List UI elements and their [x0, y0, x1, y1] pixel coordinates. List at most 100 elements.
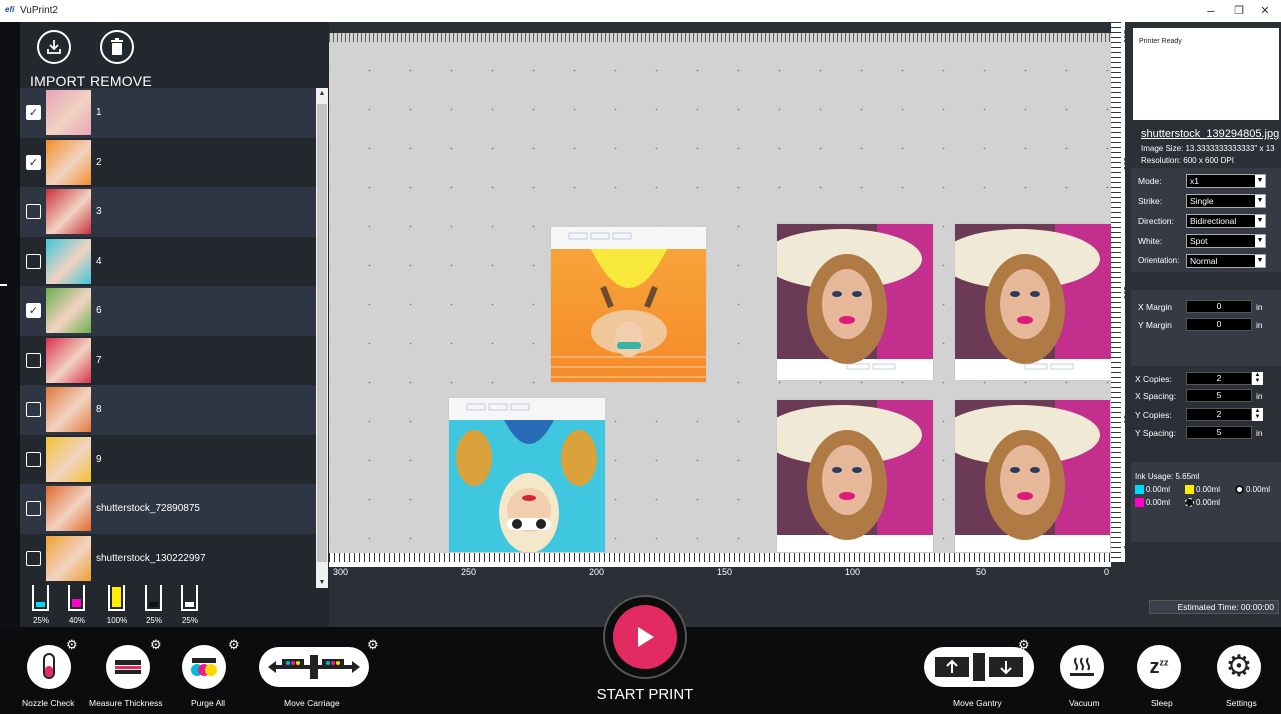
gantry-icon	[935, 653, 1023, 681]
x-copies-stepper[interactable]: ▲ ▼	[1252, 372, 1263, 385]
close-button[interactable]: ✕	[1254, 3, 1276, 19]
portrait-artwork	[955, 400, 1110, 540]
yellow-swatch	[1185, 485, 1194, 495]
canvas-copy-2[interactable]	[954, 223, 1112, 381]
nozzle-check-button[interactable]	[27, 645, 71, 689]
white-select[interactable]: Spot ▼	[1186, 234, 1266, 248]
gear-icon[interactable]: ⚙	[228, 637, 240, 653]
chevron-down-icon: ▼	[1255, 215, 1265, 227]
ink-level-fill	[185, 602, 194, 607]
ruler-ticks	[1111, 22, 1121, 562]
list-scrollbar[interactable]: ▲ ▼	[316, 88, 328, 588]
canvas-copy-3[interactable]	[776, 399, 934, 553]
remove-button[interactable]	[100, 30, 134, 64]
image-thumbnail	[46, 486, 91, 532]
image-checkbox[interactable]	[26, 451, 41, 467]
list-item[interactable]: 7	[20, 336, 316, 386]
image-list: ✓ 1 ✓ 2 3 4 ✓ 6 7 8 9 shutterstock_72890875 shutters…	[20, 88, 316, 588]
ruler-label: 0	[1122, 545, 1131, 550]
sleep-button[interactable]: zzz	[1137, 645, 1181, 689]
ruler-label: 200	[1122, 30, 1131, 44]
direction-label: Direction:	[1138, 216, 1174, 226]
sleep-icon: zzz	[1149, 655, 1169, 678]
ruler-label: 200	[589, 567, 605, 577]
purge-all-button[interactable]	[182, 645, 226, 689]
ruler-label: 100	[1122, 286, 1131, 300]
app-window: efi VuPrint2 – ❐ ✕ IMPORT REMOVE ✓ 1 ✓ 2 3 4 ✓…	[0, 0, 1281, 714]
image-label: 7	[96, 354, 102, 366]
y-copies-input[interactable]: 2	[1186, 408, 1252, 421]
image-thumbnail	[46, 238, 91, 284]
scrollbar-thumb[interactable]	[317, 104, 327, 562]
gear-icon[interactable]: ⚙	[66, 637, 78, 653]
y-copies-stepper[interactable]: ▲ ▼	[1252, 408, 1263, 421]
measure-thickness-button[interactable]	[106, 645, 150, 689]
settings-panel: Printer Ready shutterstock_139294805.jpg…	[1131, 22, 1281, 627]
measure-thickness-label: Measure Thickness	[89, 698, 163, 708]
list-item[interactable]: shutterstock_130222997	[20, 534, 316, 584]
ruler-label: 0	[1104, 567, 1110, 577]
image-checkbox[interactable]	[26, 204, 41, 220]
x-margin-input[interactable]: 0	[1186, 300, 1252, 313]
ink-drops-icon	[191, 658, 217, 676]
import-button[interactable]	[37, 30, 71, 64]
status-text: Printer Ready	[1139, 38, 1182, 45]
settings-button[interactable]: ⚙	[1217, 645, 1261, 689]
vacuum-button[interactable]	[1060, 645, 1104, 689]
ink-level-bar	[145, 585, 162, 611]
minimize-button[interactable]: –	[1200, 3, 1222, 19]
scroll-down-icon[interactable]: ▼	[316, 579, 328, 586]
image-label: 4	[96, 255, 102, 267]
move-gantry-button[interactable]	[924, 647, 1034, 687]
start-print-label: START PRINT	[596, 686, 694, 703]
image-checkbox[interactable]: ✓	[26, 154, 41, 170]
ink-level-fill	[112, 587, 121, 607]
y-margin-input[interactable]: 0	[1186, 318, 1252, 331]
canvas-copy-4[interactable]	[954, 399, 1111, 553]
gear-icon[interactable]: ⚙	[1018, 637, 1030, 653]
image-checkbox[interactable]: ✓	[26, 105, 41, 121]
canvas-image-2[interactable]	[550, 226, 707, 383]
orientation-value: Normal	[1190, 256, 1218, 266]
list-item[interactable]: 9	[20, 435, 316, 485]
gear-icon[interactable]: ⚙	[150, 637, 162, 653]
orientation-select[interactable]: Normal ▼	[1186, 254, 1266, 268]
list-item[interactable]: ✓ 2	[20, 138, 316, 188]
move-carriage-label: Move Carriage	[284, 698, 340, 708]
list-item[interactable]: 8	[20, 385, 316, 435]
chevron-down-icon: ▼	[1255, 175, 1265, 187]
image-checkbox[interactable]	[26, 501, 41, 517]
resolution: Resolution: 600 x 600 DPI	[1141, 156, 1234, 165]
move-carriage-button[interactable]	[259, 647, 369, 687]
gear-icon[interactable]: ⚙	[367, 637, 379, 653]
file-name[interactable]: shutterstock_139294805.jpg	[1141, 128, 1279, 140]
image-checkbox[interactable]	[26, 550, 41, 566]
list-item[interactable]: shutterstock_72890875	[20, 484, 316, 534]
canvas-copy-1[interactable]	[776, 223, 934, 381]
image-checkbox[interactable]	[26, 253, 41, 269]
mode-select[interactable]: x1 ▼	[1186, 174, 1266, 188]
strike-select[interactable]: Single ▼	[1186, 194, 1266, 208]
list-item[interactable]: 4	[20, 237, 316, 287]
list-item[interactable]: ✓ 1	[20, 88, 316, 138]
list-item[interactable]: ✓ 6	[20, 286, 316, 336]
print-bed-canvas[interactable]	[329, 33, 1112, 553]
image-checkbox[interactable]	[26, 352, 41, 368]
x-spacing-input[interactable]: 5	[1186, 389, 1252, 402]
image-checkbox[interactable]	[26, 402, 41, 418]
white-usage: 0.00ml	[1246, 485, 1271, 494]
restore-button[interactable]: ❐	[1228, 3, 1250, 19]
move-gantry-label: Move Gantry	[953, 698, 1002, 708]
ruler-label: 50	[1122, 415, 1131, 424]
list-item[interactable]: 3	[20, 187, 316, 237]
start-print-button[interactable]	[613, 605, 677, 669]
cyan-usage: 0.00ml	[1146, 485, 1171, 494]
image-checkbox[interactable]: ✓	[26, 303, 41, 319]
scroll-up-icon[interactable]: ▲	[316, 90, 328, 97]
x-copies-input[interactable]: 2	[1186, 372, 1252, 385]
direction-select[interactable]: Bidirectional ▼	[1186, 214, 1266, 228]
y-spacing-input[interactable]: 5	[1186, 426, 1252, 439]
canvas-image-1[interactable]	[448, 397, 606, 553]
black-usage: 0.00ml	[1196, 498, 1221, 507]
import-icon	[47, 40, 61, 54]
